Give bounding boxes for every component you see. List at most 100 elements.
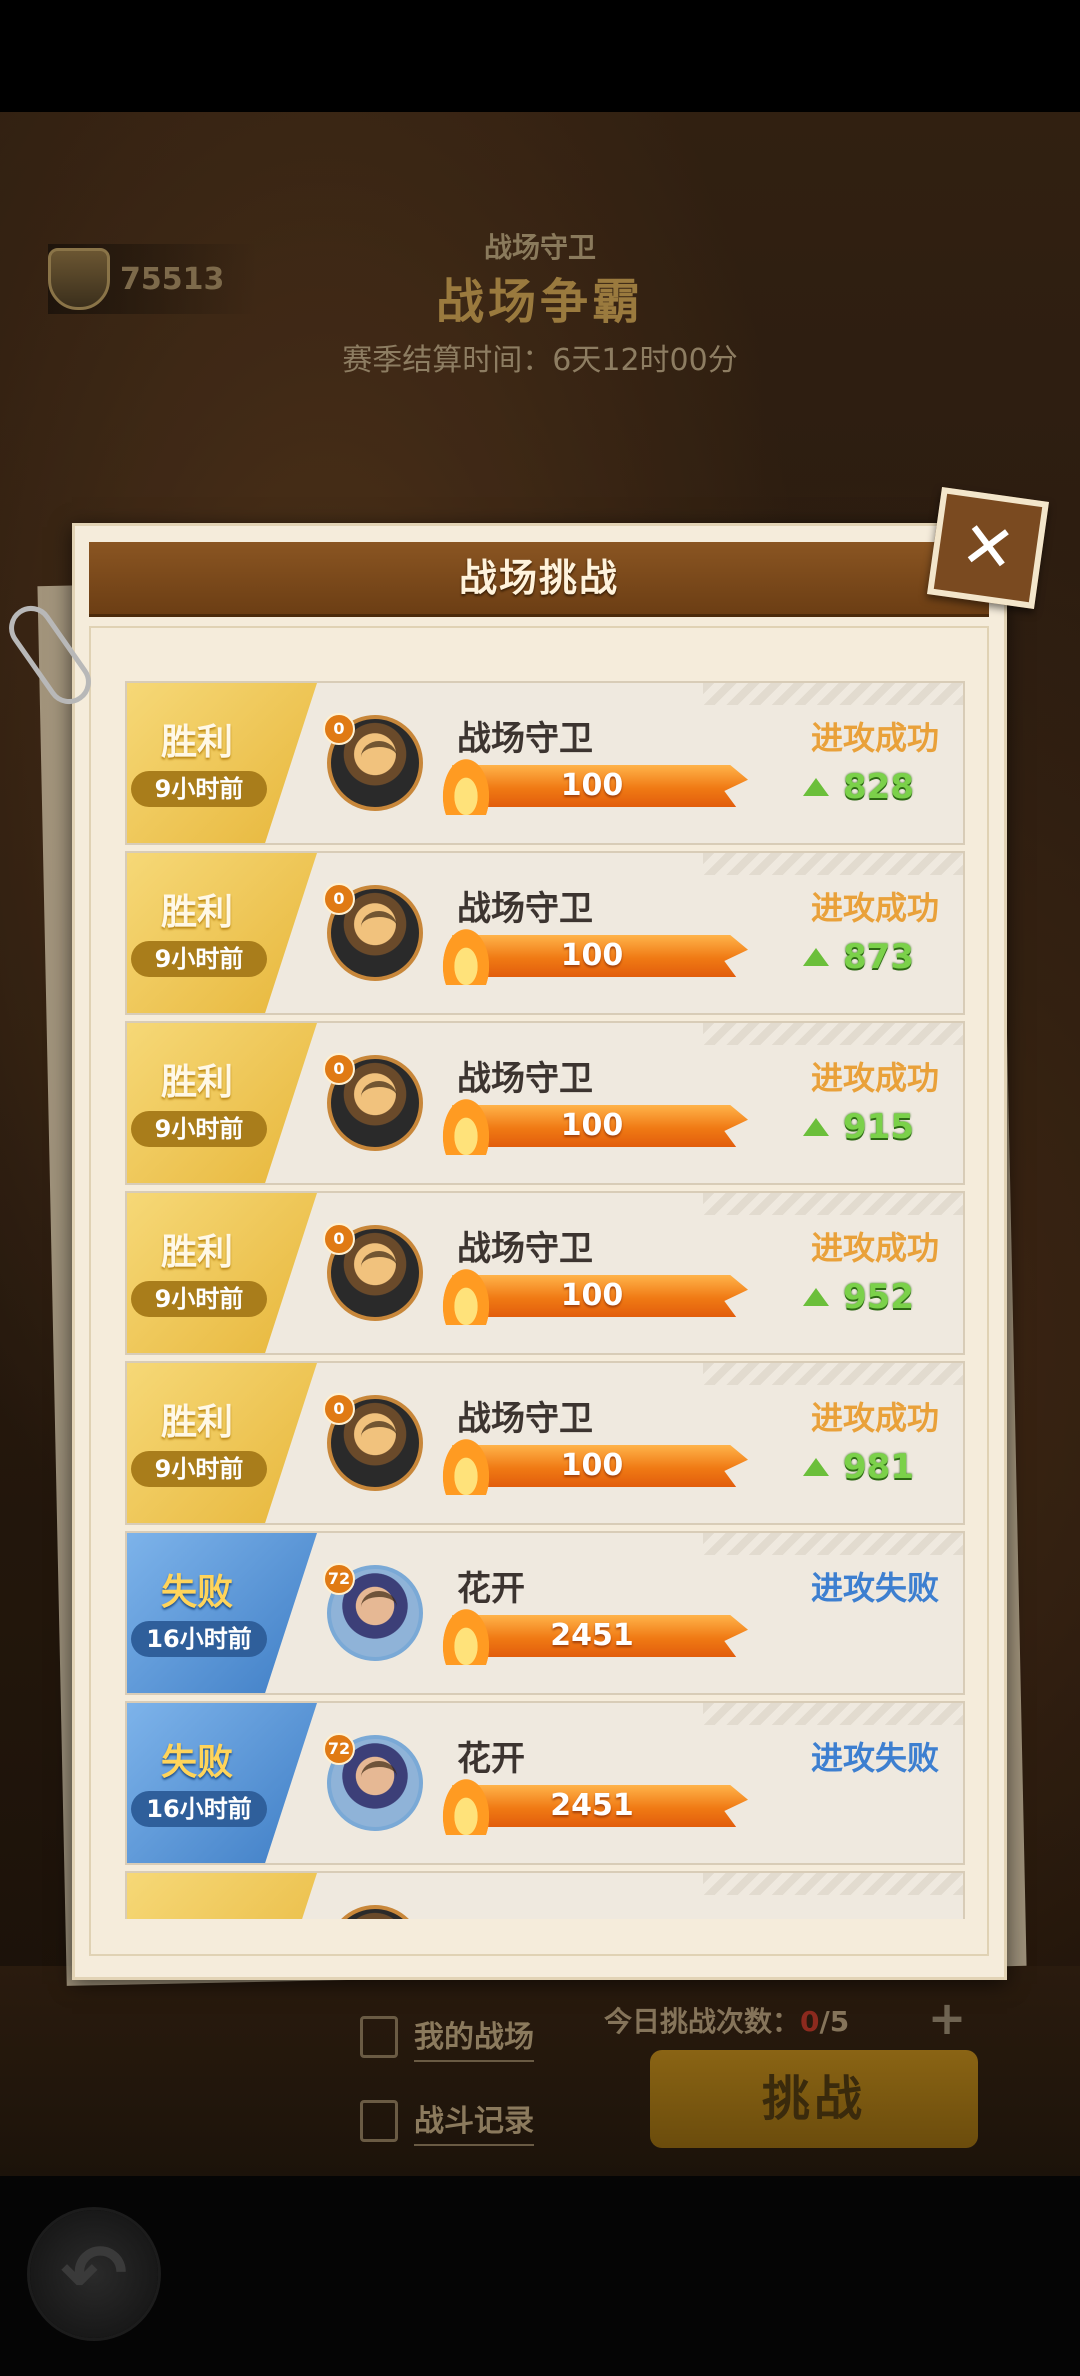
power-value: 100 bbox=[560, 1448, 624, 1483]
my-battlefield-link[interactable]: 我的战场 bbox=[360, 2012, 534, 2062]
power-value: 2451 bbox=[550, 1618, 634, 1653]
arrow-up-icon bbox=[803, 1288, 829, 1306]
battle-record-item[interactable]: 胜利 9小时前 0 战场守卫 100 进攻成功 952 bbox=[125, 1191, 965, 1355]
score-change-value: 952 bbox=[843, 1277, 914, 1317]
face-icon bbox=[361, 1081, 397, 1113]
battle-record-item[interactable]: 胜利 9小时前 0 战场守卫 100 进攻成功 873 bbox=[125, 851, 965, 1015]
result-badge: 胜利 9小时前 bbox=[127, 1363, 317, 1523]
result-label: 胜利 bbox=[160, 722, 233, 763]
record-icon bbox=[360, 2100, 398, 2142]
modal-title: 战场挑战 bbox=[458, 556, 619, 600]
result-badge: 胜利 9小时前 bbox=[127, 683, 317, 843]
challenge-button[interactable]: 挑战 bbox=[650, 2050, 978, 2148]
time-ago: 16小时前 bbox=[131, 1791, 267, 1827]
result-label: 胜利 bbox=[160, 1402, 233, 1443]
attack-outcome: 进攻成功 bbox=[810, 1059, 939, 1097]
attack-outcome: 进攻成功 bbox=[810, 1399, 939, 1437]
face-icon bbox=[361, 741, 397, 773]
result-badge: 胜利 9小时前 bbox=[127, 853, 317, 1013]
modal-header: 战场挑战 bbox=[89, 542, 989, 617]
face-icon bbox=[361, 1421, 397, 1453]
result-label: 胜利 bbox=[160, 1062, 233, 1103]
score-change-value: 981 bbox=[843, 1447, 914, 1487]
arrow-up-icon bbox=[803, 948, 829, 966]
card-stripes bbox=[703, 1193, 963, 1215]
record-list[interactable]: 胜利 9小时前 0 战场守卫 100 进攻成功 828 胜利 9小时前 0 战场守卫 100 进攻成功 8… bbox=[125, 681, 965, 1919]
building-icon bbox=[360, 2016, 398, 2058]
result-badge: 失败 16小时前 bbox=[127, 1533, 317, 1693]
attack-outcome: 进攻失败 bbox=[810, 1569, 939, 1607]
time-ago: 9小时前 bbox=[131, 1281, 267, 1317]
power-value: 100 bbox=[560, 938, 624, 973]
result-badge bbox=[127, 1873, 317, 1919]
power-value: 100 bbox=[560, 1278, 624, 1313]
card-stripes bbox=[703, 1703, 963, 1725]
score-change: 915 bbox=[803, 1107, 914, 1147]
level-badge: 0 bbox=[323, 1223, 355, 1255]
challenge-modal: 战场挑战 胜利 9小时前 0 战场守卫 100 进攻成功 828 胜利 9小时前 0 战场守卫 100… bbox=[72, 523, 1007, 1980]
level-badge: 72 bbox=[323, 1563, 355, 1595]
level-badge: 72 bbox=[323, 1733, 355, 1765]
power-value: 100 bbox=[560, 1108, 624, 1143]
bg-title-small: 战场守卫 bbox=[483, 231, 596, 264]
score-change-value: 915 bbox=[843, 1107, 914, 1147]
player-avatar[interactable] bbox=[327, 1905, 423, 1919]
score-change-value: 873 bbox=[843, 937, 914, 977]
attack-outcome: 进攻成功 bbox=[810, 889, 939, 927]
daily-challenge-label: 今日挑战次数： bbox=[604, 2005, 801, 2038]
level-badge: 0 bbox=[323, 1393, 355, 1425]
daily-challenge-used: 0 bbox=[800, 2005, 820, 2038]
attack-outcome: 进攻成功 bbox=[810, 719, 939, 757]
result-label: 胜利 bbox=[160, 892, 233, 933]
level-badge: 0 bbox=[323, 883, 355, 915]
season-timer: 赛季结算时间：6天12时00分 bbox=[342, 343, 738, 378]
back-button[interactable] bbox=[30, 2210, 158, 2338]
level-badge: 0 bbox=[323, 713, 355, 745]
time-ago: 9小时前 bbox=[131, 941, 267, 977]
battle-record-label: 战斗记录 bbox=[414, 2096, 534, 2146]
arrow-up-icon bbox=[803, 1118, 829, 1136]
card-stripes bbox=[703, 683, 963, 705]
close-button[interactable] bbox=[927, 487, 1049, 609]
result-badge: 失败 16小时前 bbox=[127, 1703, 317, 1863]
result-label: 失败 bbox=[160, 1742, 233, 1783]
battle-record-item[interactable]: 胜利 9小时前 0 战场守卫 100 进攻成功 981 bbox=[125, 1361, 965, 1525]
result-label: 失败 bbox=[160, 1572, 233, 1613]
add-challenge-button[interactable]: + bbox=[920, 1994, 974, 2044]
attack-outcome: 进攻失败 bbox=[810, 1739, 939, 1777]
result-label: 胜利 bbox=[160, 1232, 233, 1273]
power-value: 100 bbox=[560, 768, 624, 803]
score-change: 952 bbox=[803, 1277, 914, 1317]
battle-record-item[interactable] bbox=[125, 1871, 965, 1919]
card-stripes bbox=[703, 1533, 963, 1555]
daily-challenge-count: 今日挑战次数：0/5 bbox=[604, 2000, 849, 2040]
battle-record-link[interactable]: 战斗记录 bbox=[360, 2096, 534, 2146]
card-stripes bbox=[703, 1363, 963, 1385]
navigation-bar bbox=[0, 2176, 1080, 2376]
face-icon bbox=[361, 1251, 397, 1283]
level-badge: 0 bbox=[323, 1053, 355, 1085]
battle-record-item[interactable]: 失败 16小时前 72 花开 2451 进攻失败 bbox=[125, 1701, 965, 1865]
time-ago: 9小时前 bbox=[131, 771, 267, 807]
arrow-up-icon bbox=[803, 1458, 829, 1476]
face-icon bbox=[361, 1761, 397, 1793]
time-ago: 16小时前 bbox=[131, 1621, 267, 1657]
bg-title-big: 战场争霸 bbox=[435, 274, 644, 330]
face-icon bbox=[361, 1591, 397, 1623]
result-badge: 胜利 9小时前 bbox=[127, 1023, 317, 1183]
face-icon bbox=[361, 911, 397, 943]
score-change: 981 bbox=[803, 1447, 914, 1487]
card-stripes bbox=[703, 853, 963, 875]
score-change-value: 828 bbox=[843, 767, 914, 807]
power-value: 2451 bbox=[550, 1788, 634, 1823]
result-badge: 胜利 9小时前 bbox=[127, 1193, 317, 1353]
card-stripes bbox=[703, 1873, 963, 1895]
arrow-up-icon bbox=[803, 778, 829, 796]
score-change: 828 bbox=[803, 767, 914, 807]
battle-record-item[interactable]: 胜利 9小时前 0 战场守卫 100 进攻成功 828 bbox=[125, 681, 965, 845]
battle-record-item[interactable]: 失败 16小时前 72 花开 2451 进攻失败 bbox=[125, 1531, 965, 1695]
battle-record-item[interactable]: 胜利 9小时前 0 战场守卫 100 进攻成功 915 bbox=[125, 1021, 965, 1185]
time-ago: 9小时前 bbox=[131, 1451, 267, 1487]
score-change: 873 bbox=[803, 937, 914, 977]
time-ago: 9小时前 bbox=[131, 1111, 267, 1147]
